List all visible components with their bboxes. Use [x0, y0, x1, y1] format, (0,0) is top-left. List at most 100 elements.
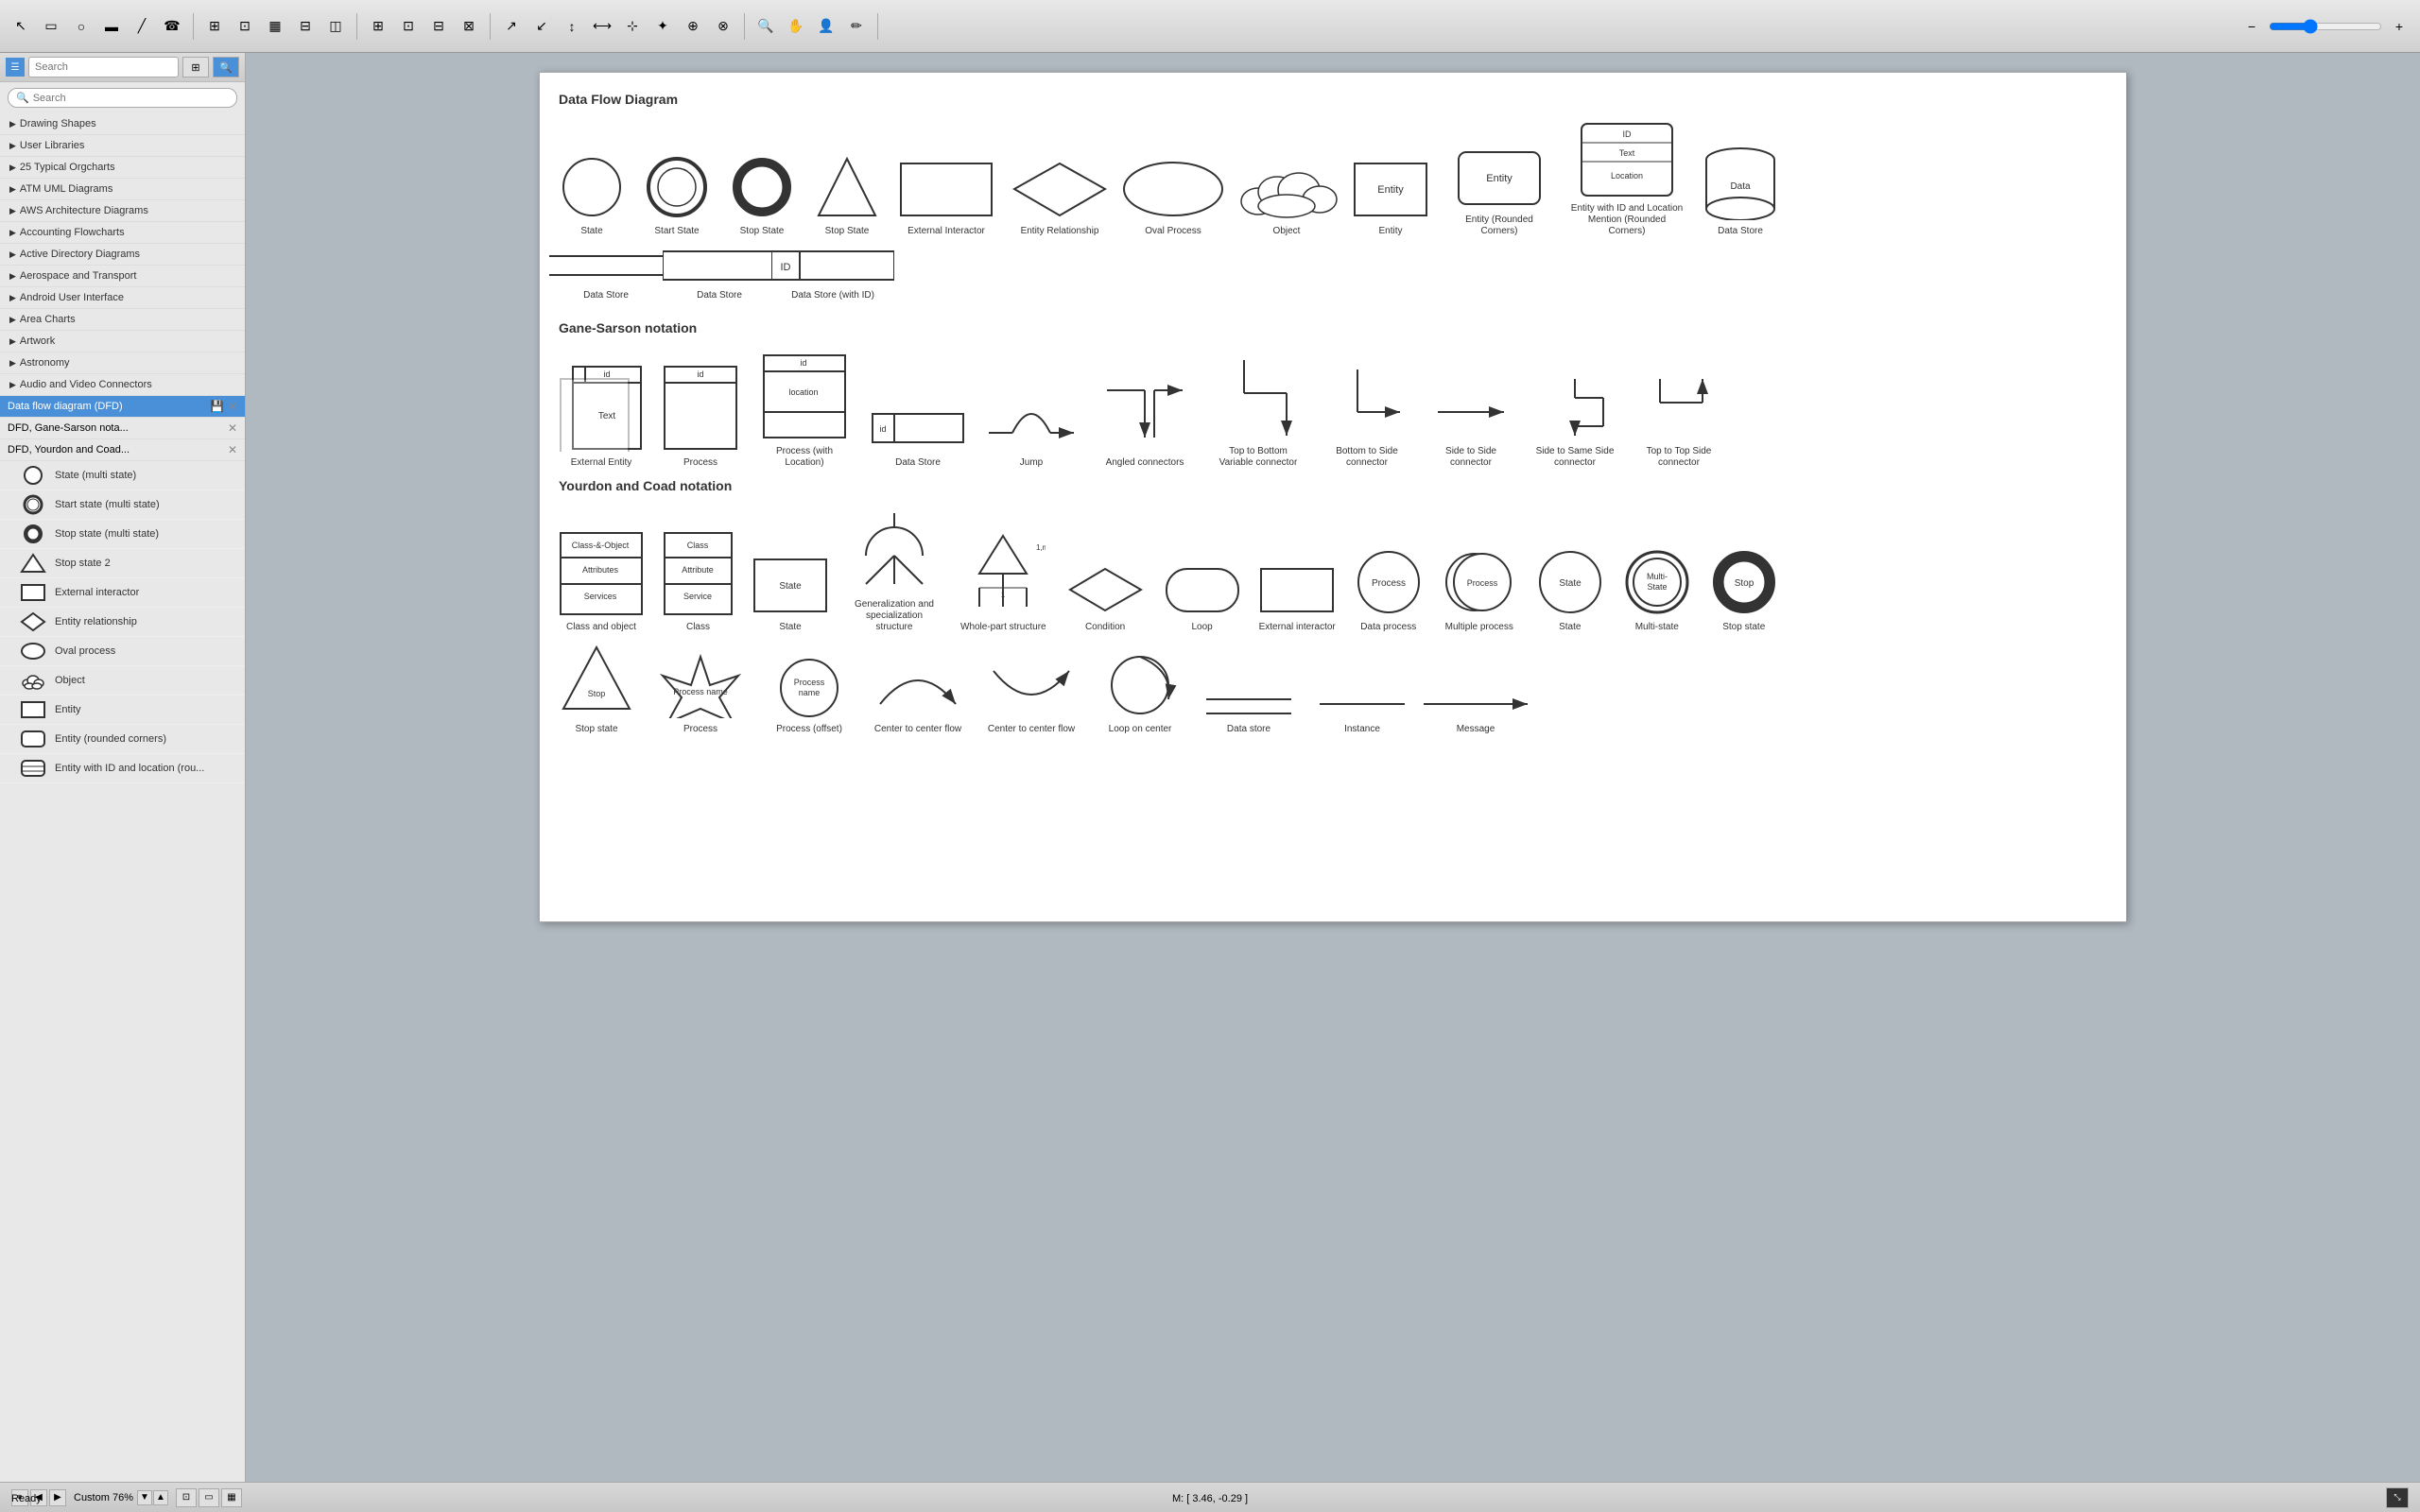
zoom-up-btn[interactable]: ▲	[153, 1490, 168, 1505]
zoom-down-btn[interactable]: ▼	[137, 1490, 152, 1505]
yc-shape-state-circ[interactable]: State State	[1536, 548, 1604, 633]
arrow-down-left-icon[interactable]: ↙	[528, 13, 555, 40]
connector-icon[interactable]: ⊹	[619, 13, 646, 40]
sidebar-shape-entity-id-loc[interactable]: Entity with ID and location (rou...	[0, 754, 245, 783]
shape-datastore-line1[interactable]: Data Store	[559, 247, 653, 301]
minus-icon[interactable]: ⊟	[292, 13, 319, 40]
canvas-area[interactable]: Data Flow Diagram State	[246, 53, 2420, 1482]
file-item-gane-sarson[interactable]: DFD, Gane-Sarson nota... ✕	[0, 418, 245, 439]
user-icon[interactable]: 👤	[813, 13, 839, 40]
ellipse-tool-icon[interactable]: ○	[68, 13, 95, 40]
sidebar-shape-entity-rounded[interactable]: Entity (rounded corners)	[0, 725, 245, 754]
sidebar-shape-stop-state-2[interactable]: Stop state 2	[0, 549, 245, 578]
sidebar-shape-oval-process[interactable]: Oval process	[0, 637, 245, 666]
yc-shape-process-off[interactable]: Process name Process (offset)	[767, 652, 852, 735]
gs-shape-tt-conn[interactable]: Top to Top Side connector	[1636, 374, 1721, 469]
gs-shape-jump[interactable]: Jump	[984, 376, 1079, 469]
sidebar-item-aws[interactable]: ▶ AWS Architecture Diagrams	[0, 200, 245, 222]
star-icon[interactable]: ✦	[649, 13, 676, 40]
close-file-icon[interactable]: ✕	[228, 400, 237, 413]
next-page-btn[interactable]: ▶	[49, 1489, 66, 1506]
frame-icon[interactable]: ◫	[322, 13, 349, 40]
close-file-icon[interactable]: ✕	[228, 443, 237, 456]
yc-shape-loop[interactable]: Loop	[1165, 564, 1240, 633]
arrow-leftright-icon[interactable]: ⟷	[589, 13, 615, 40]
yc-shape-gen-spec[interactable]: Generalization and specialization struct…	[847, 508, 942, 633]
sidebar-shape-object[interactable]: Object	[0, 666, 245, 696]
diagonal-tool-icon[interactable]: ╱	[129, 13, 155, 40]
view-icon[interactable]: ⊡	[232, 13, 258, 40]
gs-shape-angled-conn[interactable]: Angled connectors	[1098, 376, 1192, 469]
pan-tool-icon[interactable]: ✋	[783, 13, 809, 40]
yc-shape-c2c-flow2[interactable]: Center to center flow	[984, 652, 1079, 735]
grid-icon[interactable]: ⊞	[201, 13, 228, 40]
sidebar-item-accounting[interactable]: ▶ Accounting Flowcharts	[0, 222, 245, 244]
file-item-dfd[interactable]: Data flow diagram (DFD) 💾 ✕	[0, 396, 245, 418]
sidebar-item-artwork[interactable]: ▶ Artwork	[0, 331, 245, 352]
shape-datastore-line2[interactable]: Data Store	[672, 247, 767, 301]
grid-view-icon[interactable]: ▦	[221, 1488, 242, 1507]
zoom-in-icon[interactable]: +	[2386, 13, 2412, 40]
rectangle-tool-icon[interactable]: ▭	[38, 13, 64, 40]
sidebar-shape-entity[interactable]: Entity	[0, 696, 245, 725]
save-icon[interactable]: 💾	[210, 400, 224, 413]
sidebar-item-orgcharts[interactable]: ▶ 25 Typical Orgcharts	[0, 157, 245, 179]
yc-shape-ext-int[interactable]: External interactor	[1259, 564, 1336, 633]
yc-shape-stop-state[interactable]: Stop Stop state	[1710, 548, 1778, 633]
sidebar-grid-icon[interactable]: ⊞	[182, 57, 209, 77]
zoom-slider[interactable]	[2269, 19, 2382, 34]
gs-shape-ext-entity[interactable]: id Text External Entity	[559, 362, 644, 469]
shape-entity-rel[interactable]: Entity Relationship	[1012, 159, 1107, 237]
gs-shape-process[interactable]: id Process	[663, 362, 738, 469]
zoom-tool-icon[interactable]: 🔍	[752, 13, 779, 40]
gs-shape-tb-var[interactable]: Top to Bottom Variable connector	[1211, 355, 1305, 469]
page-icon[interactable]: ▭	[199, 1488, 219, 1507]
sidebar-menu-icon[interactable]: ☰	[6, 58, 25, 77]
sidebar-shape-stop-state-multi[interactable]: Stop state (multi state)	[0, 520, 245, 549]
sidebar-shape-start-state[interactable]: Start state (multi state)	[0, 490, 245, 520]
sidebar-shape-ext-interactor[interactable]: External interactor	[0, 578, 245, 608]
yc-shape-loop-center[interactable]: Loop on center	[1098, 652, 1183, 735]
select-tool-icon[interactable]: ↖	[8, 13, 34, 40]
sidebar-item-astronomy[interactable]: ▶ Astronomy	[0, 352, 245, 374]
times-circle-icon[interactable]: ⊗	[710, 13, 736, 40]
sidebar-item-area-charts[interactable]: ▶ Area Charts	[0, 309, 245, 331]
yc-shape-stop-tri[interactable]: Stop Stop state	[559, 643, 634, 735]
cross-icon[interactable]: ⊠	[456, 13, 482, 40]
plus-circle-icon[interactable]: ⊕	[680, 13, 706, 40]
sidebar-item-atm-uml[interactable]: ▶ ATM UML Diagrams	[0, 179, 245, 200]
shape-entity-id[interactable]: ID Text Location Entity with ID and Loca…	[1570, 122, 1684, 237]
shape-oval-process[interactable]: Oval Process	[1126, 159, 1220, 237]
yc-shape-class-obj[interactable]: Class-&-Object Attributes Services Class…	[559, 531, 644, 633]
shape-start-state[interactable]: Start State	[644, 154, 710, 237]
view2-icon[interactable]: ⊡	[395, 13, 422, 40]
shape-entity[interactable]: Entity Entity	[1353, 159, 1428, 237]
gs-shape-ss-conn[interactable]: Side to Side connector	[1428, 384, 1513, 469]
minus2-icon[interactable]: ⊟	[425, 13, 452, 40]
sidebar-search-icon[interactable]: 🔍	[213, 57, 239, 77]
yc-shape-multi-proc[interactable]: Process Multiple process	[1442, 548, 1517, 633]
sidebar-item-audio-video[interactable]: ▶ Audio and Video Connectors	[0, 374, 245, 396]
yc-shape-message[interactable]: Message	[1428, 690, 1523, 735]
shape-ext-interactor[interactable]: External Interactor	[899, 159, 994, 237]
yc-shape-data-proc[interactable]: Process Data process	[1355, 548, 1423, 633]
close-file-icon[interactable]: ✕	[228, 421, 237, 435]
shape-datastore-id[interactable]: ID Data Store (with ID)	[786, 247, 880, 301]
gs-shape-process-loc[interactable]: id location Process (with Location)	[757, 351, 852, 469]
yc-shape-c2c-flow1[interactable]: Center to center flow	[871, 652, 965, 735]
table-icon[interactable]: ▦	[262, 13, 288, 40]
sidebar-search-input[interactable]	[28, 57, 179, 77]
file-item-yourdon[interactable]: DFD, Yourdon and Coad... ✕	[0, 439, 245, 461]
shape-stop-state-thick[interactable]: Stop State	[729, 154, 795, 237]
gs-shape-bs-conn[interactable]: Bottom to Side connector	[1324, 365, 1409, 469]
yc-shape-condition[interactable]: Condition	[1065, 564, 1146, 633]
shape-data-store-cyl[interactable]: Data Data Store	[1703, 145, 1778, 237]
arrow-up-right-icon[interactable]: ↗	[498, 13, 525, 40]
pencil-icon[interactable]: ✏	[843, 13, 870, 40]
zoom-out-icon[interactable]: −	[2238, 13, 2265, 40]
shape-entity-rounded[interactable]: Entity Entity (Rounded Corners)	[1447, 147, 1551, 237]
yc-shape-state[interactable]: State State	[752, 555, 828, 633]
shape-stop-state-tri[interactable]: Stop State	[814, 154, 880, 237]
sidebar-shape-entity-rel[interactable]: Entity relationship	[0, 608, 245, 637]
gs-shape-sss-conn[interactable]: Side to Same Side connector	[1532, 374, 1617, 469]
